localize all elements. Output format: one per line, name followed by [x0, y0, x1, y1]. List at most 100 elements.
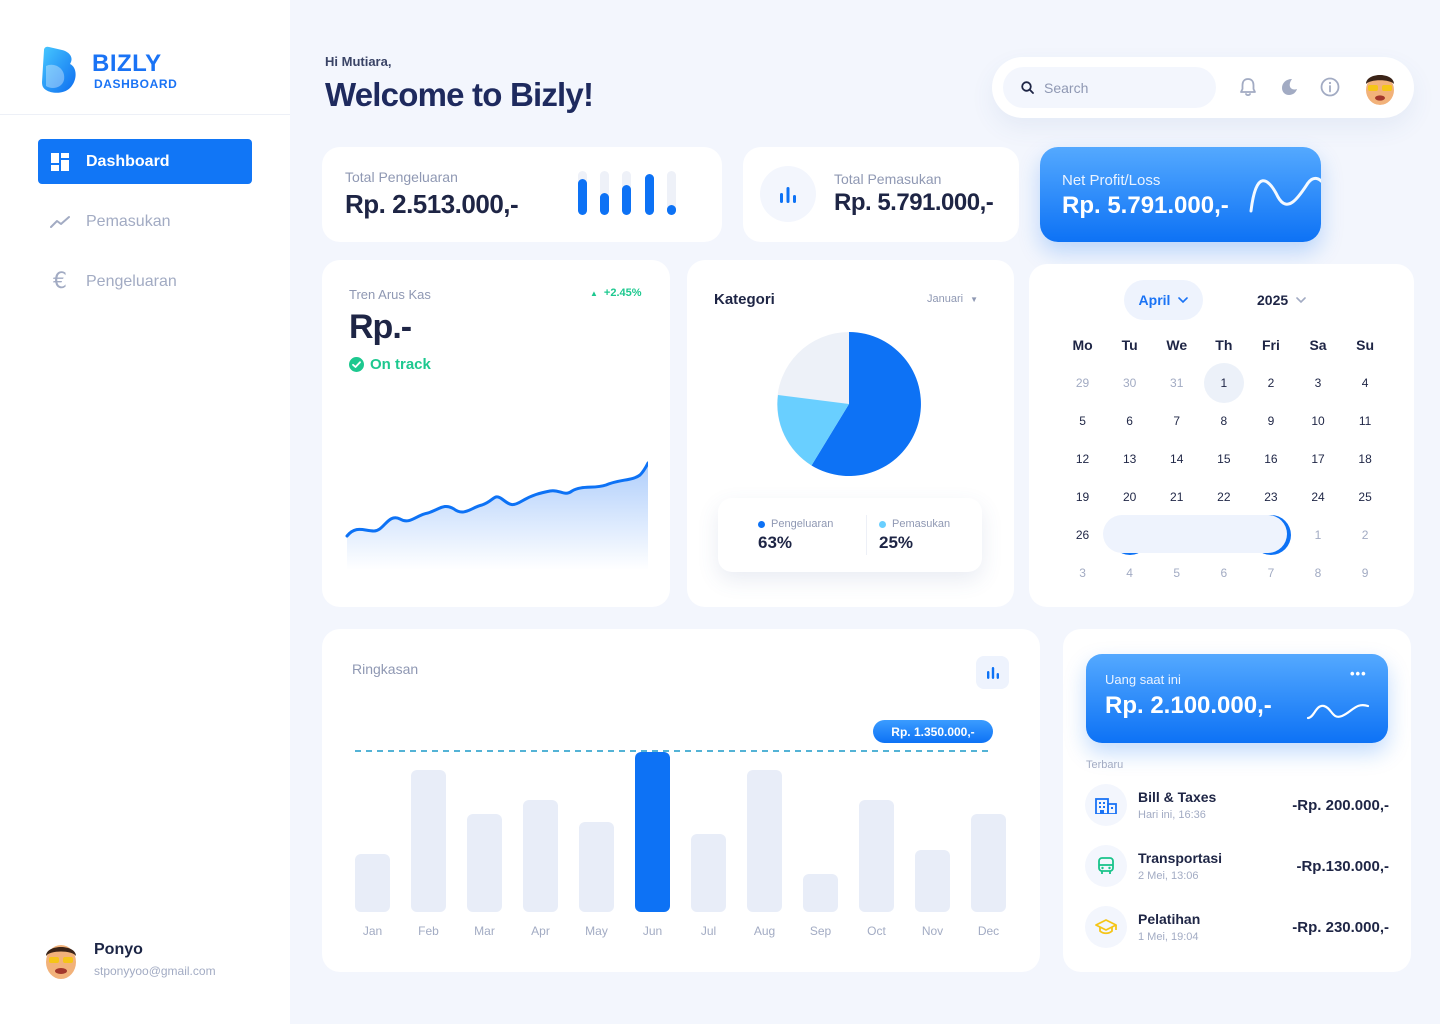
bar-may[interactable] [579, 822, 614, 912]
wave-icon [1249, 176, 1321, 213]
bar-oct[interactable] [859, 800, 894, 912]
calendar-day[interactable]: 15 [1200, 440, 1247, 478]
calendar-day-number: 15 [1217, 452, 1231, 466]
calendar-day[interactable]: 29 [1059, 364, 1106, 402]
transaction-row[interactable]: Bill & Taxes Hari ini, 16:36 -Rp. 200.00… [1085, 783, 1389, 827]
calendar-day[interactable]: 1 [1200, 363, 1247, 403]
calendar-day[interactable]: 31 [1153, 364, 1200, 402]
card-title: Ringkasan [352, 661, 419, 677]
x-axis-label: May [585, 924, 608, 938]
calendar-day[interactable]: 23 [1247, 478, 1294, 516]
check-circle-icon [349, 357, 364, 372]
sidebar-item-dashboard[interactable]: Dashboard [38, 139, 252, 184]
period-dropdown[interactable]: Januari ▼ [927, 293, 978, 305]
calendar-day-number: 25 [1358, 490, 1372, 504]
calendar-day[interactable]: 13 [1106, 440, 1153, 478]
weekday-label: We [1166, 337, 1188, 353]
calendar-day[interactable]: 19 [1059, 478, 1106, 516]
calendar-day-number: 4 [1126, 566, 1133, 580]
calendar-day[interactable]: 16 [1247, 440, 1294, 478]
month-selector[interactable]: April [1124, 280, 1203, 320]
calendar-day[interactable]: 30 [1106, 364, 1153, 402]
bar-apr[interactable] [523, 800, 558, 912]
brand-logo[interactable]: BIZLY DASHBOARD [40, 46, 177, 96]
search-box[interactable] [1003, 67, 1216, 108]
calendar-day-number: 12 [1075, 452, 1090, 466]
calendar-day-number: 31 [1170, 376, 1184, 390]
bar-dec[interactable] [971, 814, 1006, 912]
legend-dot [879, 520, 886, 528]
tren-arus-kas-card: Tren Arus Kas ▲ +2.45% Rp.- On track [322, 260, 670, 607]
calendar-day[interactable]: 6 [1106, 402, 1153, 440]
calendar-day-number: 14 [1170, 452, 1184, 466]
bar-mar[interactable] [467, 814, 502, 912]
calendar-day[interactable]: 12 [1059, 440, 1106, 478]
calendar-day[interactable]: 26 [1059, 516, 1106, 554]
calendar-day[interactable]: 17 [1294, 440, 1341, 478]
calendar-day[interactable]: 2 [1247, 364, 1294, 402]
calendar-day[interactable]: 21 [1153, 478, 1200, 516]
calendar-day[interactable]: 6 [1200, 554, 1247, 592]
calendar-day[interactable]: 24 [1294, 478, 1341, 516]
calendar-day[interactable]: 3 [1294, 364, 1341, 402]
transaction-row[interactable]: Pelatihan 1 Mei, 19:04 -Rp. 230.000,- [1085, 905, 1389, 949]
moon-icon[interactable] [1278, 76, 1300, 98]
bar-jul[interactable] [691, 834, 726, 912]
bar-feb[interactable] [411, 770, 446, 912]
search-input[interactable] [1044, 79, 1194, 96]
calendar-day[interactable]: 8 [1200, 402, 1247, 440]
calendar-day[interactable]: 20 [1106, 478, 1153, 516]
current-balance-card[interactable]: Uang saat ini Rp. 2.100.000,- ••• [1086, 654, 1388, 743]
calendar-day[interactable]: 4 [1342, 364, 1389, 402]
highlight-value: Rp. 1.350.000,- [891, 724, 975, 739]
calendar-day[interactable]: 18 [1342, 440, 1389, 478]
stat-value: Rp. 5.791.000,- [834, 189, 994, 216]
period-label: Januari [927, 293, 964, 305]
calendar-day[interactable]: 22 [1200, 478, 1247, 516]
calendar-day[interactable]: 1 [1294, 516, 1341, 554]
calendar-day-number: 18 [1358, 452, 1372, 466]
calendar-day[interactable]: 4 [1106, 554, 1153, 592]
calendar-day[interactable]: 5 [1153, 554, 1200, 592]
calendar-day[interactable]: 7 [1247, 554, 1294, 592]
year-selector[interactable]: 2025 [1257, 280, 1306, 320]
calendar-day[interactable]: 5 [1059, 402, 1106, 440]
calendar-day[interactable]: 7 [1153, 402, 1200, 440]
sidebar-item-pemasukan[interactable]: Pemasukan [38, 199, 252, 244]
calendar-day[interactable]: 10 [1294, 402, 1341, 440]
bar-nov[interactable] [915, 850, 950, 912]
avatar[interactable] [1362, 69, 1398, 105]
wave-icon [1306, 704, 1370, 720]
chevron-down-icon [1178, 296, 1189, 303]
calendar-day[interactable]: 3 [1059, 554, 1106, 592]
x-axis-label: Apr [531, 924, 550, 938]
chart-type-button[interactable] [976, 656, 1009, 689]
legend-value: 25% [879, 533, 914, 552]
calendar-day[interactable]: 11 [1342, 402, 1389, 440]
calendar-day-number: 6 [1126, 414, 1133, 428]
user-profile[interactable]: Ponyo stponyyoo@gmail.com [42, 938, 216, 980]
calendar-day[interactable]: 25 [1342, 478, 1389, 516]
calendar-day[interactable]: 2 [1342, 516, 1389, 554]
calendar-day[interactable]: 14 [1153, 440, 1200, 478]
bell-icon[interactable] [1237, 76, 1259, 98]
calendar-day[interactable]: 8 [1294, 554, 1341, 592]
recent-label: Terbaru [1086, 759, 1124, 771]
calendar-day[interactable]: 9 [1342, 554, 1389, 592]
more-options-icon[interactable]: ••• [1350, 666, 1367, 681]
bar-sep[interactable] [803, 874, 838, 912]
transaction-row[interactable]: Transportasi 2 Mei, 13:06 -Rp.130.000,- [1085, 844, 1389, 888]
calendar-week: 12 13 14 15 16 17 18 [1059, 440, 1389, 478]
top-bar [992, 57, 1414, 118]
mini-bars-icon [578, 171, 676, 215]
calendar-day[interactable]: 9 [1247, 402, 1294, 440]
legend-value: 63% [758, 533, 793, 552]
bar-jan[interactable] [355, 854, 390, 912]
page-title: Welcome to Bizly! [325, 76, 594, 113]
bar-jun[interactable] [635, 752, 670, 912]
info-icon[interactable] [1319, 76, 1341, 98]
bar-aug[interactable] [747, 770, 782, 912]
stat-value: Rp. 2.513.000,- [345, 189, 519, 219]
sidebar-item-pengeluaran[interactable]: € Pengeluaran [38, 259, 252, 304]
calendar-card: April 2025 Mo Tu We Th Fri Sa Su 29 30 31 1 2 3 4 5 6 7 8… [1029, 264, 1414, 607]
